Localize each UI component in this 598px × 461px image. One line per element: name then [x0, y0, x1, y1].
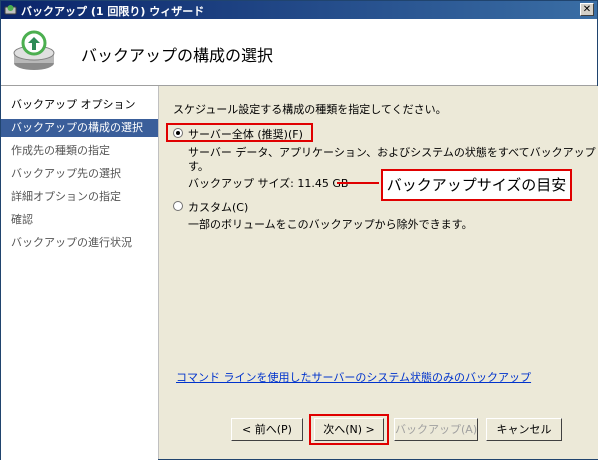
backup-drive-icon	[10, 27, 58, 75]
backup-size-text: バックアップ サイズ: 11.45 GB	[188, 177, 349, 190]
annotation-callout: バックアップサイズの目安	[381, 169, 572, 201]
wizard-steps-nav: バックアップ オプション バックアップの構成の選択 作成先の種類の指定 バックア…	[1, 86, 158, 461]
next-button[interactable]: 次へ(N) >	[314, 418, 384, 441]
window-title: バックアップ (1 回限り) ウィザード	[21, 5, 205, 18]
annotation-connector-line	[337, 182, 379, 184]
nav-item-destination-type[interactable]: 作成先の種類の指定	[1, 142, 158, 160]
option-full-server-description: サーバー データ、アプリケーション、およびシステムの状態をすべてバックアップしま	[188, 146, 598, 159]
main-content: スケジュール設定する構成の種類を指定してください。 サーバー全体 (推奨)(F)…	[158, 86, 598, 459]
nav-item-backup-options[interactable]: バックアップ オプション	[1, 96, 158, 114]
radio-custom[interactable]	[173, 201, 183, 211]
page-title: バックアップの構成の選択	[81, 46, 274, 65]
close-button[interactable]: ✕	[580, 3, 594, 16]
system-state-backup-link[interactable]: コマンド ラインを使用したサーバーのシステム状態のみのバックアップ	[176, 369, 531, 385]
cancel-button[interactable]: キャンセル	[486, 418, 562, 441]
nav-item-advanced-options[interactable]: 詳細オプションの指定	[1, 188, 158, 206]
nav-item-backup-progress[interactable]: バックアップの進行状況	[1, 234, 158, 252]
radio-full-server[interactable]	[173, 128, 183, 138]
instruction-text: スケジュール設定する構成の種類を指定してください。	[173, 103, 447, 116]
option-full-server-label[interactable]: サーバー全体 (推奨)(F)	[188, 126, 303, 142]
title-bar: バックアップ (1 回限り) ウィザード ✕	[1, 1, 597, 19]
nav-item-select-configuration[interactable]: バックアップの構成の選択	[1, 119, 158, 137]
nav-item-confirmation[interactable]: 確認	[1, 211, 158, 229]
wizard-window: バックアップ (1 回限り) ウィザード ✕ バックアップの構成の選択 バックア…	[0, 0, 598, 461]
backup-app-icon	[4, 3, 17, 16]
option-full-server-description-end: す。	[188, 160, 209, 173]
close-icon: ✕	[582, 4, 592, 15]
wizard-header: バックアップの構成の選択	[1, 19, 597, 86]
option-custom-description: 一部のボリュームをこのバックアップから除外できます。	[188, 218, 473, 231]
nav-item-backup-destination[interactable]: バックアップ先の選択	[1, 165, 158, 183]
option-custom-label[interactable]: カスタム(C)	[188, 199, 248, 215]
back-button[interactable]: < 前へ(P)	[231, 418, 303, 441]
radio-selected-dot	[176, 131, 180, 135]
backup-button[interactable]: バックアップ(A)	[394, 418, 478, 441]
